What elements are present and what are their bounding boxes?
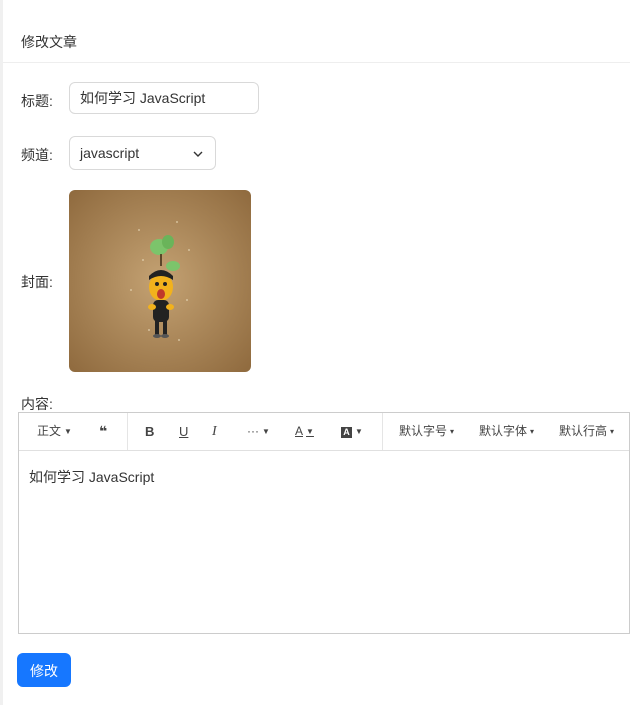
font-color-dropdown[interactable]: A ▼: [295, 413, 314, 450]
bg-color-icon: A: [341, 427, 352, 438]
caret-down-icon: ▾: [530, 427, 535, 436]
quote-icon: ❝: [99, 423, 108, 439]
paragraph-label: 正文: [37, 424, 62, 438]
underline-icon: U: [179, 424, 189, 439]
cover-image[interactable]: [69, 190, 251, 372]
title-label: 标题:: [21, 93, 53, 109]
bg-color-dropdown[interactable]: A ▼: [341, 413, 363, 450]
italic-button[interactable]: I: [212, 413, 217, 450]
channel-select-value: javascript: [80, 145, 140, 161]
caret-down-icon: ▼: [64, 427, 72, 436]
font-size-dropdown[interactable]: 默认字号 ▾: [399, 413, 454, 450]
underline-button[interactable]: U: [179, 413, 188, 450]
font-color-icon: A: [295, 424, 304, 438]
cover-illustration: [69, 190, 251, 372]
channel-label: 频道:: [21, 147, 53, 163]
toolbar-separator: [382, 413, 383, 450]
more-styles-dropdown[interactable]: ··· ▼: [247, 413, 270, 450]
bold-button[interactable]: B: [145, 413, 154, 450]
title-input[interactable]: 如何学习 JavaScript: [69, 82, 259, 114]
bold-icon: B: [145, 424, 155, 439]
caret-down-icon: ▼: [262, 427, 270, 436]
caret-down-icon: ▾: [610, 427, 615, 436]
caret-down-icon: ▼: [306, 427, 314, 436]
editor-toolbar: 正文▼ ❝ B U I ···▼ A▼ A▼ 默认字号▾ 默认字体▾: [19, 413, 629, 451]
editor-content[interactable]: 如何学习 JavaScript: [29, 467, 154, 487]
caret-down-icon: ▼: [355, 427, 363, 436]
font-family-label: 默认字体: [479, 424, 528, 438]
rich-text-editor[interactable]: 正文▼ ❝ B U I ···▼ A▼ A▼ 默认字号▾ 默认字体▾: [18, 412, 630, 634]
line-height-label: 默认行高: [559, 424, 608, 438]
more-icon: ···: [247, 424, 259, 438]
chevron-down-icon: [193, 151, 203, 157]
toolbar-separator: [127, 413, 128, 450]
quote-button[interactable]: ❝: [99, 413, 107, 450]
card-divider: [3, 62, 630, 63]
paragraph-dropdown[interactable]: 正文 ▼: [37, 413, 72, 450]
content-label: 内容:: [21, 396, 53, 412]
italic-icon: I: [212, 424, 217, 439]
submit-button[interactable]: 修改: [17, 653, 71, 687]
caret-down-icon: ▾: [450, 427, 455, 436]
font-size-label: 默认字号: [399, 424, 448, 438]
cover-label: 封面:: [21, 274, 53, 290]
channel-select[interactable]: javascript: [69, 136, 216, 170]
font-family-dropdown[interactable]: 默认字体 ▾: [479, 413, 534, 450]
line-height-dropdown[interactable]: 默认行高 ▾: [559, 413, 614, 450]
card-title: 修改文章: [21, 34, 77, 50]
